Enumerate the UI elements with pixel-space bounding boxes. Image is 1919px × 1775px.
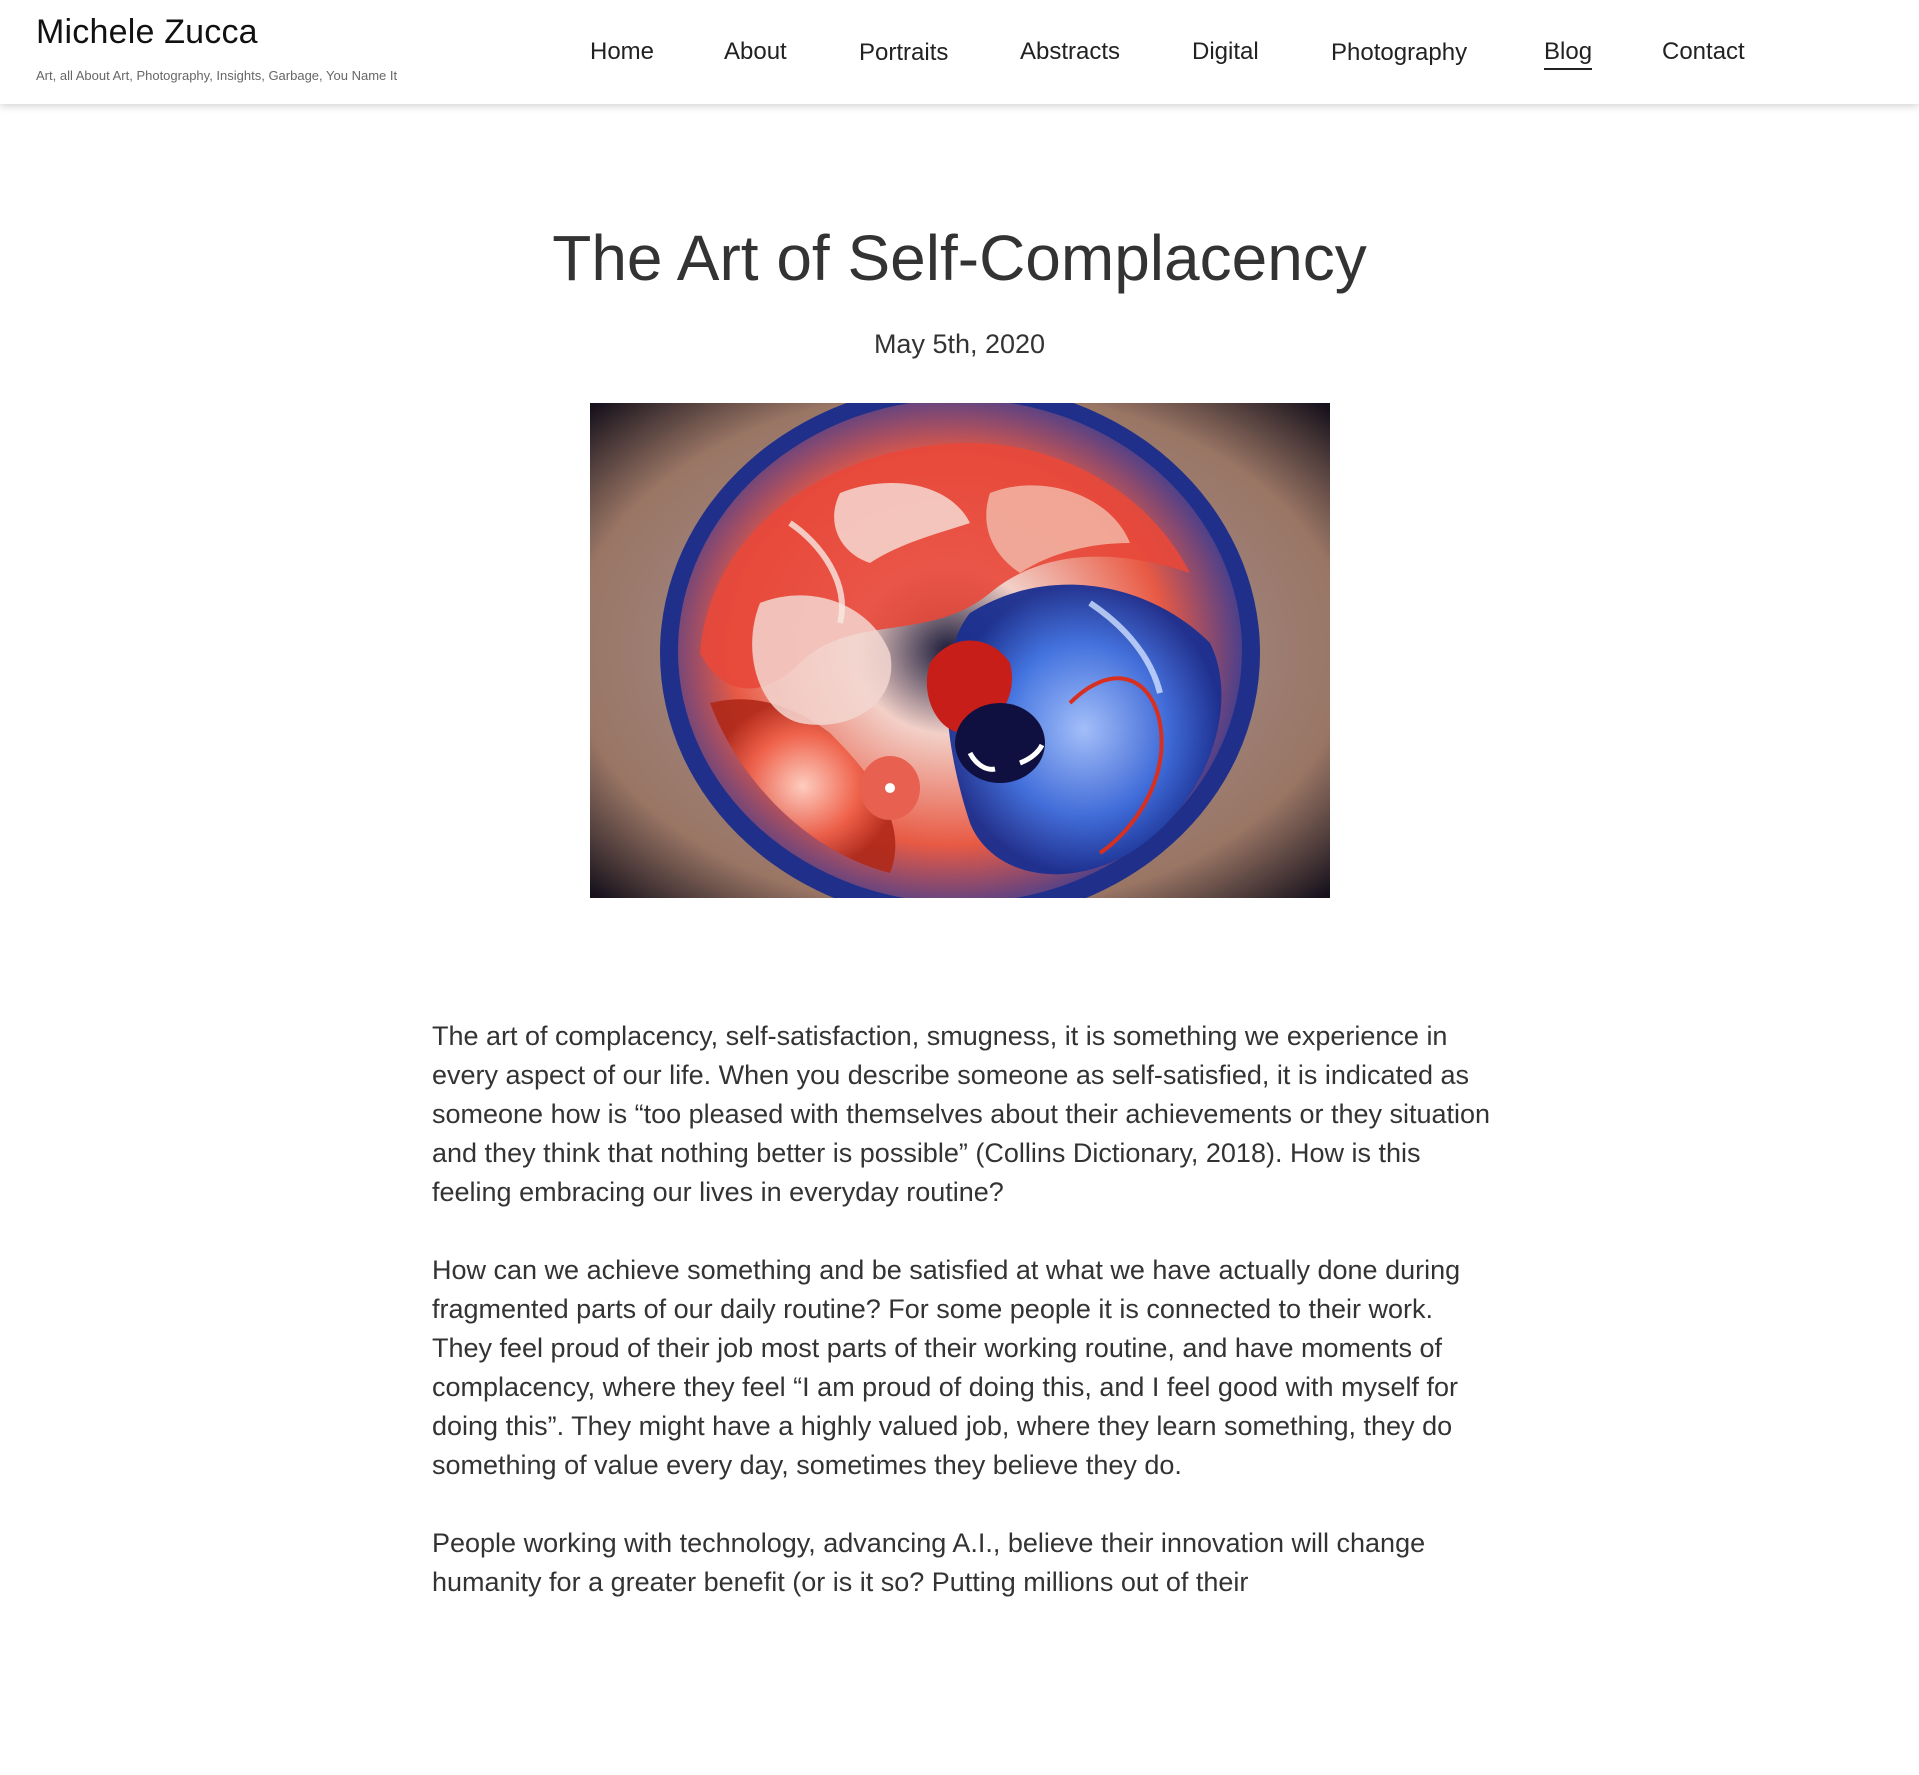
site-header: Michele Zucca Art, all About Art, Photog… <box>0 0 1919 104</box>
nav-blog[interactable]: Blog <box>1544 36 1593 70</box>
post-paragraph: People working with technology, advancin… <box>432 1528 1426 1597</box>
nav-about[interactable]: About <box>724 36 787 68</box>
post-date: May 5th, 2020 <box>873 329 1046 359</box>
abstract-fluid-art-image <box>590 403 1330 898</box>
nav-abstracts[interactable]: Abstracts <box>1020 36 1120 68</box>
post-paragraph: The art of complacency, self-satisfactio… <box>432 1021 1491 1207</box>
nav-home[interactable]: Home <box>590 36 654 68</box>
nav-portraits[interactable]: Portraits <box>859 37 948 69</box>
brand: Michele Zucca Art, all About Art, Photog… <box>36 10 397 84</box>
nav-digital[interactable]: Digital <box>1192 36 1259 68</box>
site-tagline: Art, all About Art, Photography, Insight… <box>36 68 398 83</box>
post-title: The Art of Self-Complacency <box>552 222 1367 294</box>
featured-image <box>590 403 1330 898</box>
nav-contact[interactable]: Contact <box>1662 36 1745 68</box>
nav-photography[interactable]: Photography <box>1331 37 1467 69</box>
post-body: The art of complacency, self-satisfactio… <box>432 1017 1492 1641</box>
site-title[interactable]: Michele Zucca <box>36 10 397 54</box>
post-paragraph: How can we achieve something and be sati… <box>432 1255 1461 1480</box>
